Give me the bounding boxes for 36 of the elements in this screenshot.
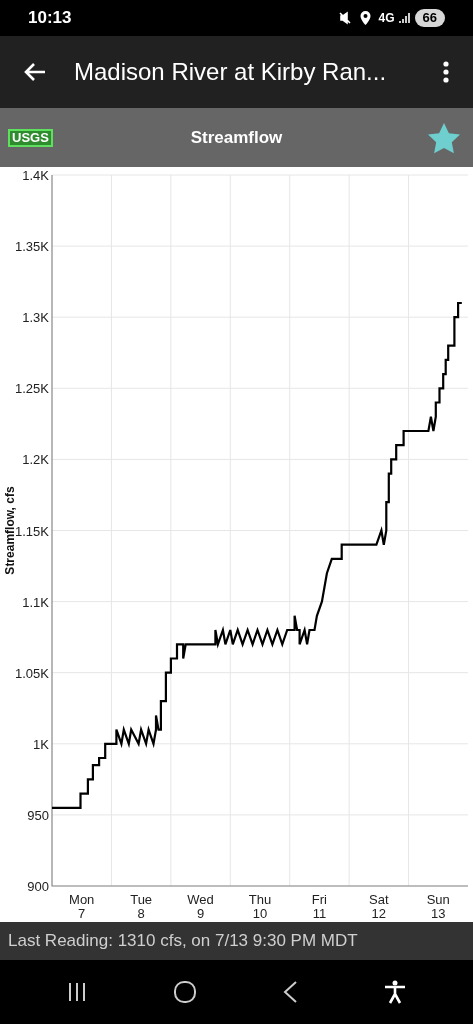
y-axis-tick-label: 950 [27, 807, 49, 823]
y-axis-label: Streamflow, cfs [3, 486, 17, 575]
y-axis-tick-label: 1.4K [22, 168, 49, 183]
mute-icon [337, 11, 352, 25]
accessibility-icon[interactable] [384, 980, 407, 1004]
x-axis-tick-label: Fri 11 [311, 892, 327, 921]
y-axis-tick-label: 1.25K [15, 381, 49, 397]
y-axis-tick-label: 1K [33, 736, 49, 752]
y-axis-tick-label: 1.2K [22, 452, 49, 468]
y-axis-tick-label: 1.05K [15, 665, 49, 681]
x-axis-tick-label: Thu 10 [248, 892, 272, 921]
chart-title: Streamflow [190, 126, 283, 149]
screen-title: Madison River at Kirby Ran... [74, 57, 387, 87]
x-axis-tick-label: Wed 9 [187, 892, 214, 921]
network-type: 4G [378, 10, 395, 27]
source-badge: USGS [8, 128, 53, 147]
x-axis-tick-label: Sat 12 [369, 892, 389, 921]
more-options-icon[interactable] [443, 61, 449, 83]
y-axis-tick-label: 900 [27, 879, 49, 894]
last-reading-text: Last Reading: 1310 cfs, on 7/13 9:30 PM MDT [8, 930, 358, 953]
battery-indicator: 66 [414, 9, 445, 27]
recent-apps-icon[interactable] [66, 982, 87, 1002]
y-axis-tick-label: 1.35K [15, 239, 49, 255]
y-axis-tick-label: 1.15K [15, 523, 49, 539]
signal-icon [398, 12, 411, 24]
y-axis-tick-label: 1.3K [22, 310, 49, 326]
x-axis-tick-label: Mon 7 [69, 892, 95, 921]
x-axis-tick-label: Sun 13 [426, 892, 450, 921]
favorite-star-icon[interactable] [427, 121, 461, 154]
home-icon[interactable] [172, 980, 197, 1004]
y-axis-tick-label: 1.1K [22, 594, 49, 610]
location-icon [359, 11, 371, 25]
back-arrow-icon[interactable] [24, 62, 46, 82]
status-time: 10:13 [28, 7, 72, 30]
x-axis-tick-label: Tue 8 [130, 892, 153, 921]
back-icon[interactable] [282, 980, 299, 1004]
